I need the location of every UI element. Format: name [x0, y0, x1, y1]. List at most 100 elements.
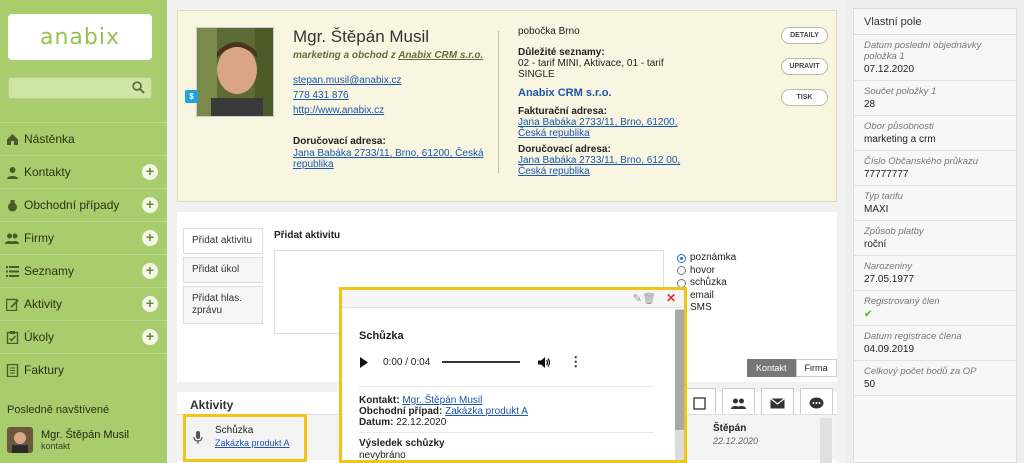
add-company-button[interactable]: +: [142, 230, 158, 246]
scrollbar[interactable]: [820, 418, 832, 463]
document-icon: [5, 363, 19, 377]
nav-label: Aktivity: [24, 297, 63, 311]
tab-add-voice-message[interactable]: Přidat hlas. zprávu: [183, 286, 263, 324]
audio-time: 0:00 / 0:04: [383, 356, 431, 368]
custom-fields-box: Vlastní pole Datum poslední objednávky p…: [853, 8, 1017, 463]
edit-button[interactable]: UPRAVIT: [781, 58, 828, 75]
role-text: marketing a obchod z: [293, 50, 399, 61]
custom-fields-panel: Vlastní pole Datum poslední objednávky p…: [846, 0, 1024, 463]
nav-item-aktivity[interactable]: Aktivity +: [0, 287, 167, 320]
filter-company-button[interactable]: Firma: [795, 359, 837, 377]
activity-tabs: Přidat aktivitu Přidat úkol Přidat hlas.…: [183, 228, 263, 327]
activity-deal-link[interactable]: Zakázka produkt A: [215, 438, 290, 448]
radio-dot[interactable]: [677, 266, 686, 276]
radio-label: schůzka: [690, 277, 727, 288]
add-activity-button[interactable]: +: [142, 296, 158, 312]
nav-item-kontakty[interactable]: Kontakty +: [0, 155, 167, 188]
pencil-icon[interactable]: ✎: [633, 292, 642, 305]
result-label: Výsledek schůzky: [359, 438, 445, 449]
field-label: Narozeniny: [864, 261, 913, 272]
search-icon[interactable]: [132, 81, 145, 94]
nav-item-faktury[interactable]: Faktury: [0, 353, 167, 386]
tab-add-task[interactable]: Přidat úkol: [183, 257, 263, 283]
delivery-address-link[interactable]: Jana Babáka 2733/11, Brno, 61200, Česká …: [293, 148, 484, 170]
nav-item-nastenka[interactable]: Nástěnka: [0, 122, 167, 155]
contact-company-toggle: Kontakt Firma: [747, 359, 837, 377]
popup-date: 22.12.2020: [396, 417, 447, 428]
close-icon[interactable]: ✕: [666, 291, 676, 305]
logo[interactable]: anabix: [8, 14, 152, 60]
nav-item-seznamy[interactable]: Seznamy +: [0, 254, 167, 287]
field-value: 07.12.2020: [864, 64, 915, 75]
avatar: [7, 427, 33, 453]
field-label: Obor působnosti: [864, 121, 934, 132]
activity-person: Štěpán: [713, 423, 747, 434]
field-value: 50: [864, 379, 876, 390]
highlighted-activity[interactable]: Schůzka Zakázka produkt A: [183, 414, 307, 462]
field-value: roční: [864, 239, 887, 250]
popup-contact-link[interactable]: Mgr. Štěpán Musil: [402, 395, 482, 406]
logo-text: anabix: [39, 24, 120, 50]
main-nav: Nástěnka Kontakty + Obchodní případy + F…: [0, 122, 167, 386]
phone-link[interactable]: 778 431 876: [293, 90, 349, 101]
audio-progress[interactable]: [442, 361, 521, 363]
contact-card: $ Mgr. Štěpán Musil marketing a obchod z…: [177, 10, 837, 202]
result-value: nevybráno: [359, 450, 406, 461]
detail-button[interactable]: DETAILY: [781, 27, 828, 44]
field-label: Registrovaný člen: [864, 296, 940, 307]
field-value: 28: [864, 99, 876, 110]
add-task-button[interactable]: +: [142, 329, 158, 345]
field-label: Celkový počet bodů za OP: [864, 366, 977, 377]
radio-label: hovor: [690, 264, 716, 276]
search-input[interactable]: [8, 77, 152, 99]
volume-icon[interactable]: [538, 356, 551, 368]
recent-item[interactable]: Mgr. Štěpán Musil kontakt: [7, 425, 129, 455]
nav-label: Obchodní případy: [24, 198, 120, 212]
billing-address-link[interactable]: Jana Babáka 2733/11, Brno, 61200, Česká …: [518, 117, 677, 139]
list-icon: [5, 264, 19, 278]
radio-call[interactable]: hovor: [677, 265, 736, 278]
more-options-icon[interactable]: ⋮: [569, 355, 582, 368]
field-value: 04.09.2019: [864, 344, 915, 355]
contact-links: stepan.musil@anabix.cz 778 431 876 http:…: [293, 73, 402, 118]
popup-deal-link[interactable]: Zakázka produkt A: [445, 406, 528, 417]
delivery-address-label: Doručovací adresa:: [293, 136, 386, 147]
email-link[interactable]: stepan.musil@anabix.cz: [293, 75, 402, 86]
filter-contact-button[interactable]: Kontakt: [747, 359, 796, 377]
tab-add-activity[interactable]: Přidat aktivitu: [183, 228, 263, 254]
add-contact-button[interactable]: +: [142, 164, 158, 180]
add-list-button[interactable]: +: [142, 263, 158, 279]
checkmark-icon: ✔: [864, 309, 873, 320]
activity-popup: ✎ 🗑 ✕ Schůzka 0:00 / 0:04 ⋮ Kontakt: Mgr…: [339, 287, 687, 463]
popup-scrollbar-thumb[interactable]: [675, 310, 684, 430]
delivery-address: Jana Babáka 2733/11, Brno, 61200, Česká …: [293, 148, 493, 170]
print-button[interactable]: TISK: [781, 89, 828, 106]
trash-icon[interactable]: 🗑: [642, 292, 656, 305]
play-icon[interactable]: [359, 356, 369, 368]
popup-title: Schůzka: [359, 330, 404, 342]
web-link[interactable]: http://www.anabix.cz: [293, 105, 384, 116]
separator: [359, 432, 654, 433]
nav-item-obchodni-pripady[interactable]: Obchodní případy +: [0, 188, 167, 221]
separator: [359, 386, 654, 387]
add-deal-button[interactable]: +: [142, 197, 158, 213]
recent-type: kontakt: [41, 441, 71, 451]
nav-item-firmy[interactable]: Firmy +: [0, 221, 167, 254]
company-delivery-link[interactable]: Jana Babáka 2733/11, Brno, 612 00, Česká…: [518, 155, 680, 177]
field-label: Součet položky 1: [864, 86, 937, 97]
company-link[interactable]: Anabix CRM s.r.o.: [398, 50, 483, 61]
radio-note[interactable]: poznámka: [677, 252, 736, 265]
field-id-card: Číslo Občanského průkazu 77777777: [854, 151, 1016, 186]
radio-label: email: [690, 289, 714, 301]
field-value: MAXI: [864, 204, 889, 215]
edit-icon: [5, 297, 19, 311]
users-icon: [5, 231, 19, 245]
recent-name: Mgr. Štěpán Musil: [41, 429, 130, 441]
radio-dot[interactable]: [677, 253, 686, 263]
company-name[interactable]: Anabix CRM s.r.o.: [518, 88, 698, 99]
nav-label: Kontakty: [24, 165, 71, 179]
nav-item-ukoly[interactable]: Úkoly +: [0, 320, 167, 353]
branch: pobočka Brno: [518, 26, 580, 37]
user-icon: [5, 165, 19, 179]
radio-label: SMS: [690, 302, 712, 313]
